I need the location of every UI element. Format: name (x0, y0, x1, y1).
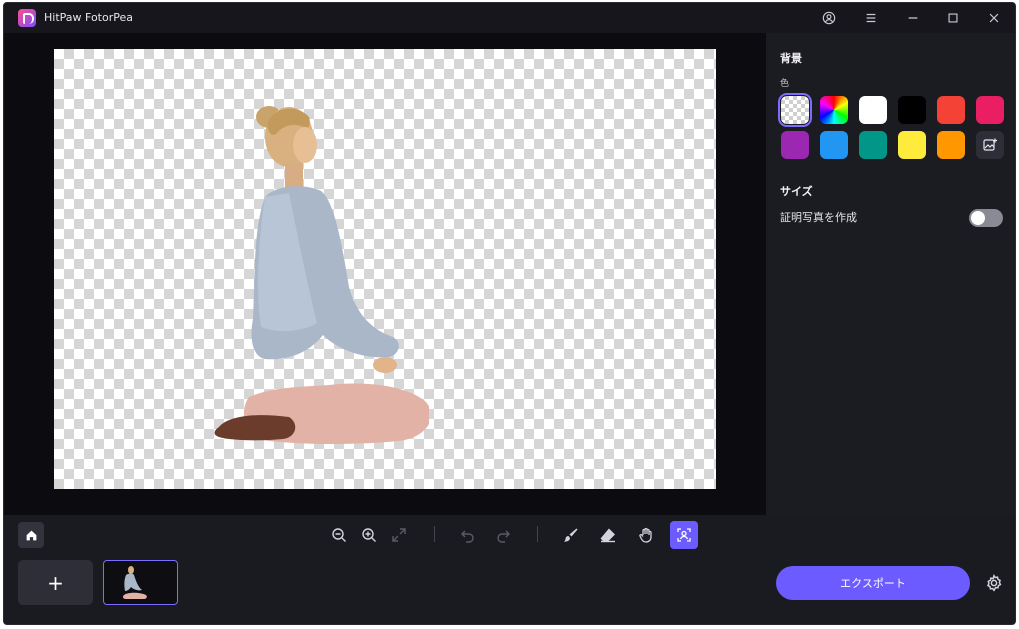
brush-icon (564, 528, 578, 542)
swatch-teal[interactable] (859, 131, 887, 159)
color-label: 色 (780, 79, 790, 89)
add-image-icon (983, 138, 997, 151)
swatch-rainbow[interactable] (820, 96, 848, 124)
account-icon[interactable] (815, 6, 843, 30)
undo-button[interactable] (455, 522, 481, 548)
minimize-icon[interactable] (899, 6, 927, 30)
swatch-black[interactable] (898, 96, 926, 124)
transparent-canvas[interactable] (54, 49, 716, 489)
bottom-toolbar: + エクスポート (4, 515, 1015, 624)
undo-icon (461, 530, 474, 543)
background-panel: 背景 色 サイズ 証明写真を作成 (766, 33, 1015, 515)
image-thumbnail[interactable] (103, 560, 178, 605)
toggle-knob (971, 211, 985, 225)
swatch-orange[interactable] (937, 131, 965, 159)
subject-image (214, 106, 429, 444)
size-title: サイズ (780, 185, 813, 198)
id-photo-toggle[interactable] (969, 209, 1003, 227)
background-title: 背景 (780, 52, 802, 65)
close-icon[interactable] (980, 6, 1008, 30)
gear-icon (986, 574, 1002, 592)
custom-image-background-button[interactable] (976, 131, 1004, 159)
menu-icon[interactable] (857, 6, 885, 30)
canvas-area[interactable] (4, 33, 766, 515)
hand-tool-button[interactable] (633, 522, 659, 548)
home-button[interactable] (18, 522, 44, 548)
swatch-purple[interactable] (781, 131, 809, 159)
swatch-yellow[interactable] (898, 131, 926, 159)
swatch-blue[interactable] (820, 131, 848, 159)
brush-button[interactable] (558, 522, 584, 548)
eraser-button[interactable] (595, 522, 621, 548)
add-image-button[interactable]: + (18, 560, 93, 605)
swatch-white[interactable] (859, 96, 887, 124)
eraser-icon (600, 528, 615, 543)
id-photo-label: 証明写真を作成 (780, 211, 857, 224)
app-title: HitPaw FotorPea (44, 11, 133, 24)
redo-icon (497, 530, 510, 543)
swatch-red[interactable] (937, 96, 965, 124)
zoom-in-icon (362, 528, 376, 542)
fit-screen-button[interactable] (386, 522, 412, 548)
swatch-transparent[interactable] (778, 93, 812, 127)
maximize-icon[interactable] (939, 6, 967, 30)
thumbnail-preview (122, 566, 147, 599)
title-bar: HitPaw FotorPea (4, 3, 1015, 33)
portrait-icon (677, 528, 691, 542)
toolbar-divider (537, 526, 538, 542)
swatch-pink[interactable] (976, 96, 1004, 124)
toolbar-divider (434, 526, 435, 542)
portrait-select-button[interactable] (670, 521, 698, 549)
zoom-out-button[interactable] (326, 522, 352, 548)
zoom-in-button[interactable] (356, 522, 382, 548)
app-logo-icon (18, 9, 36, 27)
plus-icon: + (47, 570, 64, 595)
zoom-out-icon (332, 528, 346, 542)
hand-icon (639, 527, 652, 543)
home-icon (26, 530, 36, 540)
redo-button[interactable] (490, 522, 516, 548)
export-button[interactable]: エクスポート (776, 566, 970, 600)
settings-button[interactable] (981, 570, 1007, 596)
app-window: HitPaw FotorPea 背景 色 サイズ 証明写真を作成 + エクスポー… (3, 2, 1016, 625)
expand-icon (392, 528, 406, 542)
